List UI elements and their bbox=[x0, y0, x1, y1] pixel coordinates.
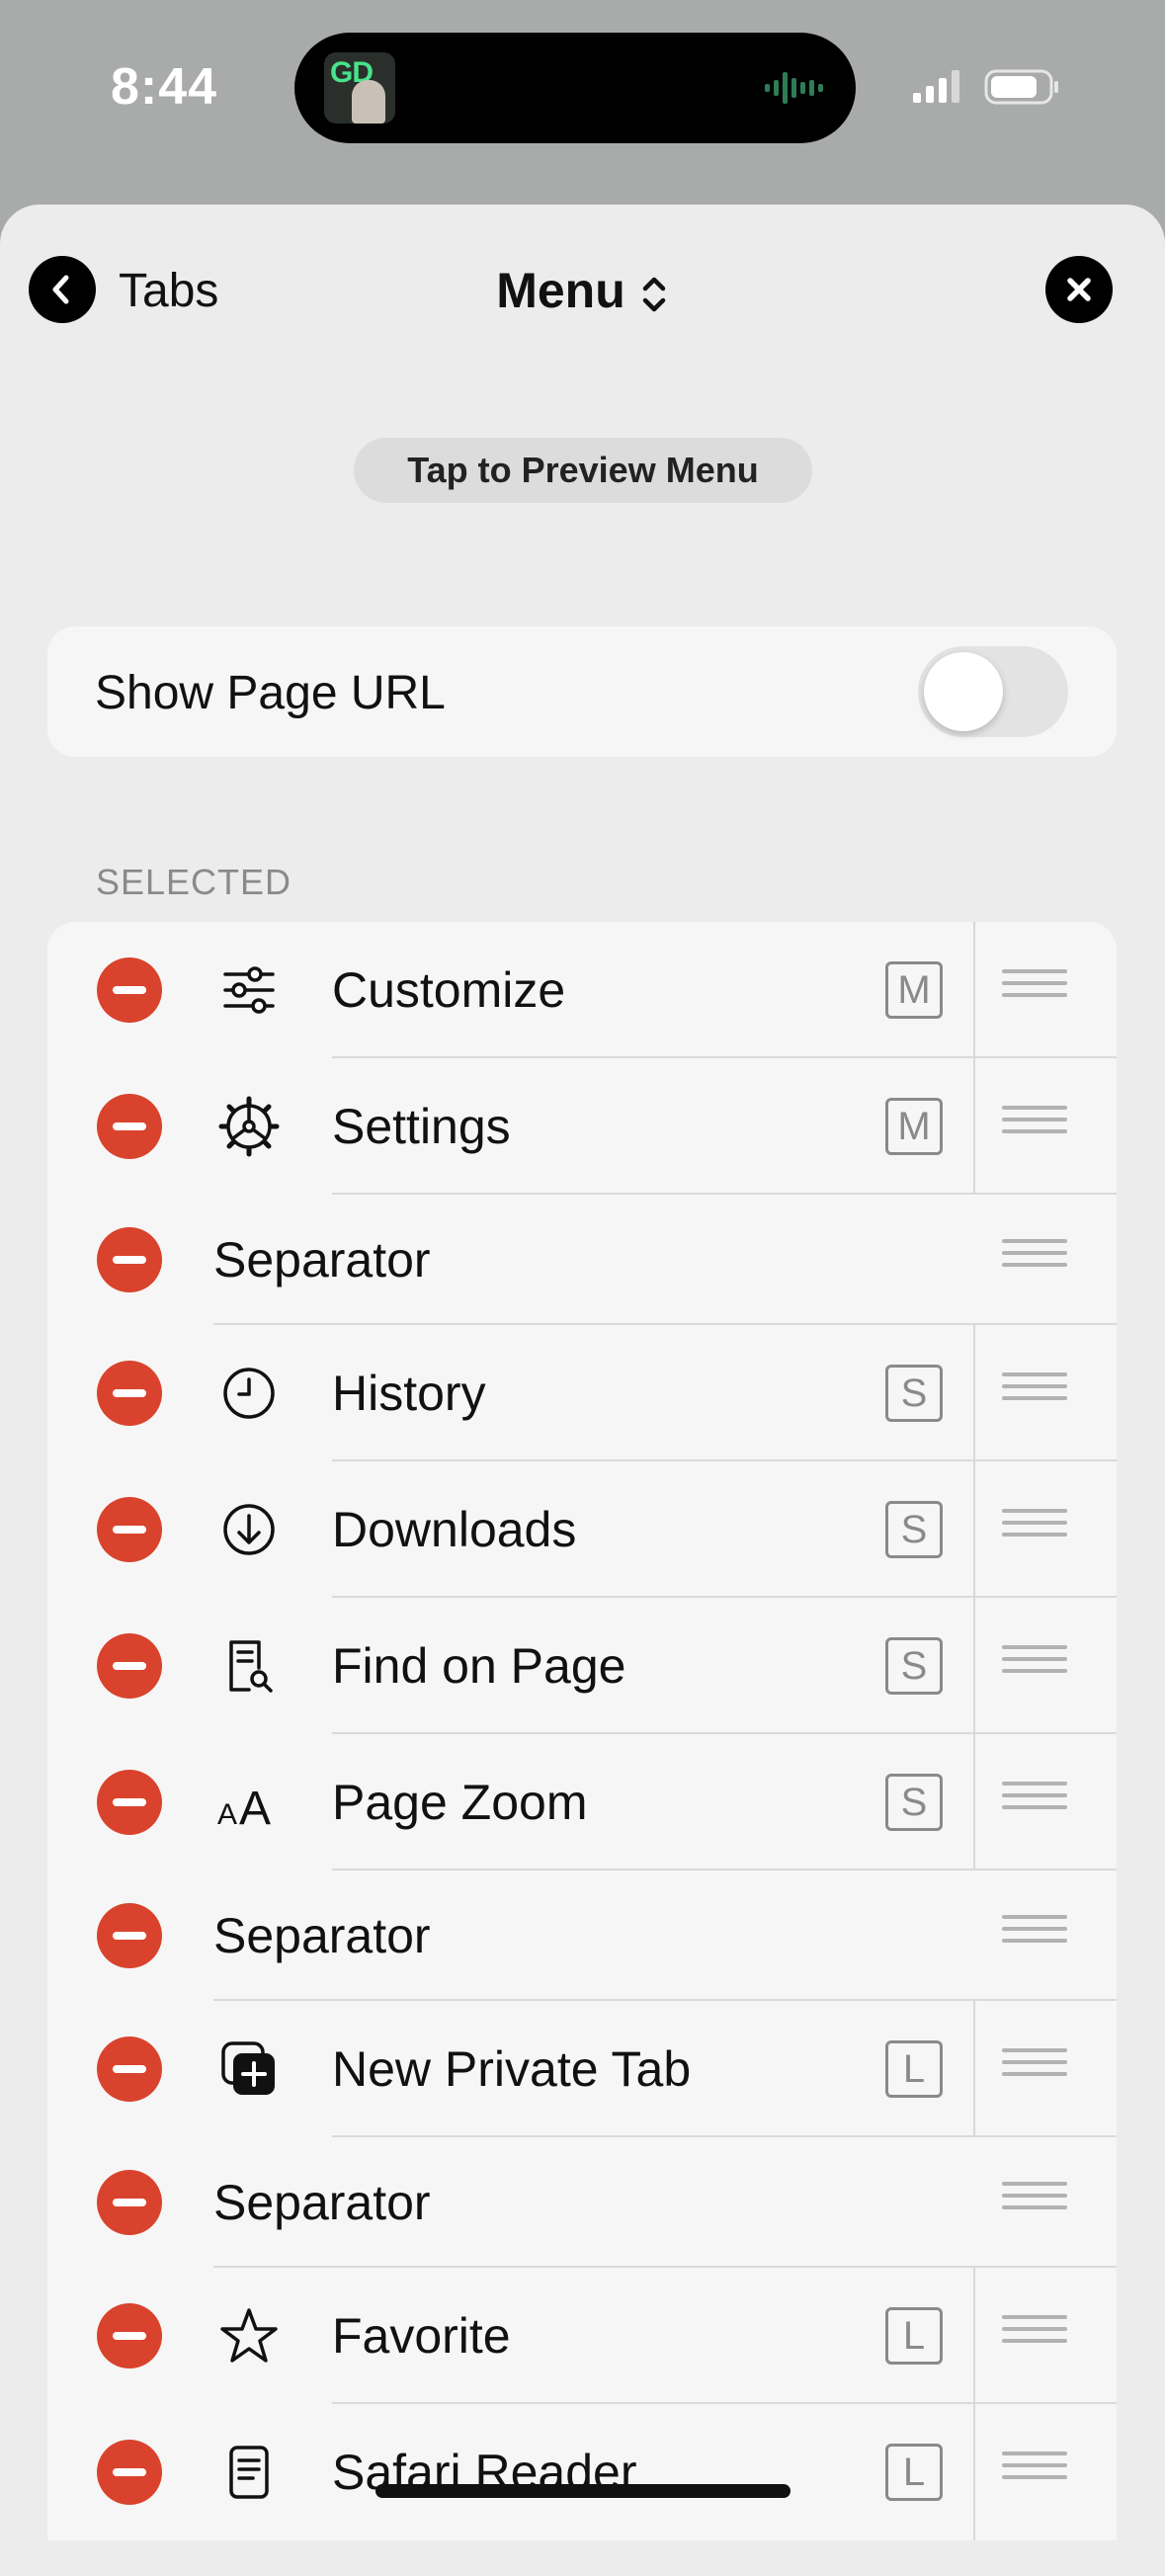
reorder-handle-icon[interactable] bbox=[1002, 2048, 1067, 2090]
menu-item-row[interactable]: History S bbox=[47, 1325, 1117, 1461]
reader-icon bbox=[229, 2446, 269, 2499]
star-icon bbox=[220, 2308, 278, 2363]
remove-icon[interactable] bbox=[97, 2440, 162, 2505]
separator-row[interactable]: Separator bbox=[47, 2137, 1117, 2268]
menu-item-row[interactable]: New Private Tab L bbox=[47, 2001, 1117, 2137]
new-tab-icon bbox=[221, 2041, 275, 2095]
reorder-handle-icon[interactable] bbox=[1002, 1645, 1067, 1687]
chevron-up-down-icon bbox=[642, 277, 666, 312]
gear-icon bbox=[218, 1096, 280, 1157]
item-label: New Private Tab bbox=[332, 2041, 692, 2097]
home-indicator[interactable] bbox=[375, 2484, 791, 2498]
size-badge: S bbox=[885, 1365, 943, 1422]
status-indicators bbox=[913, 69, 1058, 105]
reorder-handle-icon[interactable] bbox=[1002, 1915, 1067, 1956]
item-label: History bbox=[332, 1366, 486, 1421]
column-divider bbox=[973, 1461, 975, 1598]
size-badge: M bbox=[885, 1098, 943, 1155]
size-badge: S bbox=[885, 1501, 943, 1558]
remove-icon[interactable] bbox=[97, 1361, 162, 1426]
close-button[interactable] bbox=[1045, 256, 1113, 323]
menu-item-row[interactable]: A A Page Zoom S bbox=[47, 1734, 1117, 1870]
separator-row[interactable]: Separator bbox=[47, 1870, 1117, 2001]
menu-item-row[interactable]: Settings M bbox=[47, 1058, 1117, 1195]
show-url-toggle[interactable] bbox=[918, 646, 1068, 737]
size-badge: L bbox=[885, 2040, 943, 2098]
remove-icon[interactable] bbox=[97, 1903, 162, 1968]
column-divider bbox=[973, 1325, 975, 1461]
menu-item-row[interactable]: Find on Page S bbox=[47, 1598, 1117, 1734]
menu-item-row[interactable]: Favorite L bbox=[47, 2268, 1117, 2404]
cellular-signal-icon bbox=[913, 70, 959, 103]
separator-row[interactable]: Separator bbox=[47, 1195, 1117, 1325]
dynamic-island[interactable]: GD bbox=[294, 33, 856, 143]
show-url-card: Show Page URL bbox=[47, 626, 1117, 757]
remove-icon[interactable] bbox=[97, 2170, 162, 2235]
reorder-handle-icon[interactable] bbox=[1002, 1239, 1067, 1281]
reorder-handle-icon[interactable] bbox=[1002, 2451, 1067, 2493]
svg-text:A: A bbox=[239, 1783, 271, 1835]
reorder-handle-icon[interactable] bbox=[1002, 1782, 1067, 1823]
remove-icon[interactable] bbox=[97, 1094, 162, 1159]
remove-icon[interactable] bbox=[97, 1770, 162, 1835]
show-url-label: Show Page URL bbox=[95, 667, 446, 719]
now-playing-artwork: GD bbox=[324, 52, 395, 124]
status-bar: 8:44 GD bbox=[0, 0, 1165, 198]
menu-selector[interactable]: Menu bbox=[0, 262, 1165, 319]
find-on-page-icon bbox=[229, 1640, 273, 1693]
audio-waveform-icon bbox=[765, 72, 823, 104]
menu-item-row[interactable]: Safari Reader L bbox=[47, 2404, 1117, 2540]
battery-icon bbox=[984, 69, 1058, 105]
item-label: Find on Page bbox=[332, 1638, 626, 1694]
item-label: Separator bbox=[213, 2175, 431, 2230]
reorder-handle-icon[interactable] bbox=[1002, 1106, 1067, 1147]
remove-icon[interactable] bbox=[97, 1497, 162, 1562]
reorder-handle-icon[interactable] bbox=[1002, 2182, 1067, 2223]
column-divider bbox=[973, 2001, 975, 2137]
size-badge: L bbox=[885, 2444, 943, 2501]
menu-editor-sheet: Tabs Menu Tap to Preview Menu Show Page … bbox=[0, 205, 1165, 2576]
close-icon bbox=[1067, 278, 1091, 301]
remove-icon[interactable] bbox=[97, 2303, 162, 2368]
size-badge: S bbox=[885, 1774, 943, 1831]
size-badge: S bbox=[885, 1637, 943, 1695]
column-divider bbox=[973, 922, 975, 1058]
text-size-icon: AA bbox=[217, 1783, 271, 1835]
item-label: Settings bbox=[332, 1099, 511, 1154]
item-label: Favorite bbox=[332, 2308, 511, 2364]
selected-items-list: Customize M Settings M Separator History S Down… bbox=[47, 922, 1117, 2540]
size-badge: L bbox=[885, 2307, 943, 2365]
reorder-handle-icon[interactable] bbox=[1002, 2315, 1067, 2357]
preview-menu-button[interactable]: Tap to Preview Menu bbox=[354, 438, 812, 503]
download-circle-icon bbox=[223, 1504, 275, 1555]
remove-icon[interactable] bbox=[97, 1227, 162, 1292]
column-divider bbox=[973, 1734, 975, 1870]
item-label: Page Zoom bbox=[332, 1775, 588, 1830]
section-header: SELECTED bbox=[96, 862, 292, 902]
item-label: Downloads bbox=[332, 1502, 577, 1557]
column-divider bbox=[973, 1598, 975, 1734]
reorder-handle-icon[interactable] bbox=[1002, 1509, 1067, 1550]
size-badge: M bbox=[885, 961, 943, 1019]
remove-icon[interactable] bbox=[97, 957, 162, 1023]
menu-item-row[interactable]: Customize M bbox=[47, 922, 1117, 1058]
item-label: Customize bbox=[332, 962, 566, 1018]
item-label: Separator bbox=[213, 1232, 431, 1288]
column-divider bbox=[973, 2404, 975, 2540]
sliders-icon bbox=[223, 966, 275, 1014]
clock-icon bbox=[223, 1368, 275, 1419]
page-title: Menu bbox=[496, 263, 625, 318]
column-divider bbox=[973, 2268, 975, 2404]
svg-text:A: A bbox=[217, 1798, 237, 1831]
clock: 8:44 bbox=[111, 58, 218, 116]
column-divider bbox=[973, 1058, 975, 1195]
remove-icon[interactable] bbox=[97, 1633, 162, 1699]
remove-icon[interactable] bbox=[97, 2036, 162, 2102]
item-label: Separator bbox=[213, 1908, 431, 1963]
menu-item-row[interactable]: Downloads S bbox=[47, 1461, 1117, 1598]
reorder-handle-icon[interactable] bbox=[1002, 969, 1067, 1011]
reorder-handle-icon[interactable] bbox=[1002, 1372, 1067, 1414]
